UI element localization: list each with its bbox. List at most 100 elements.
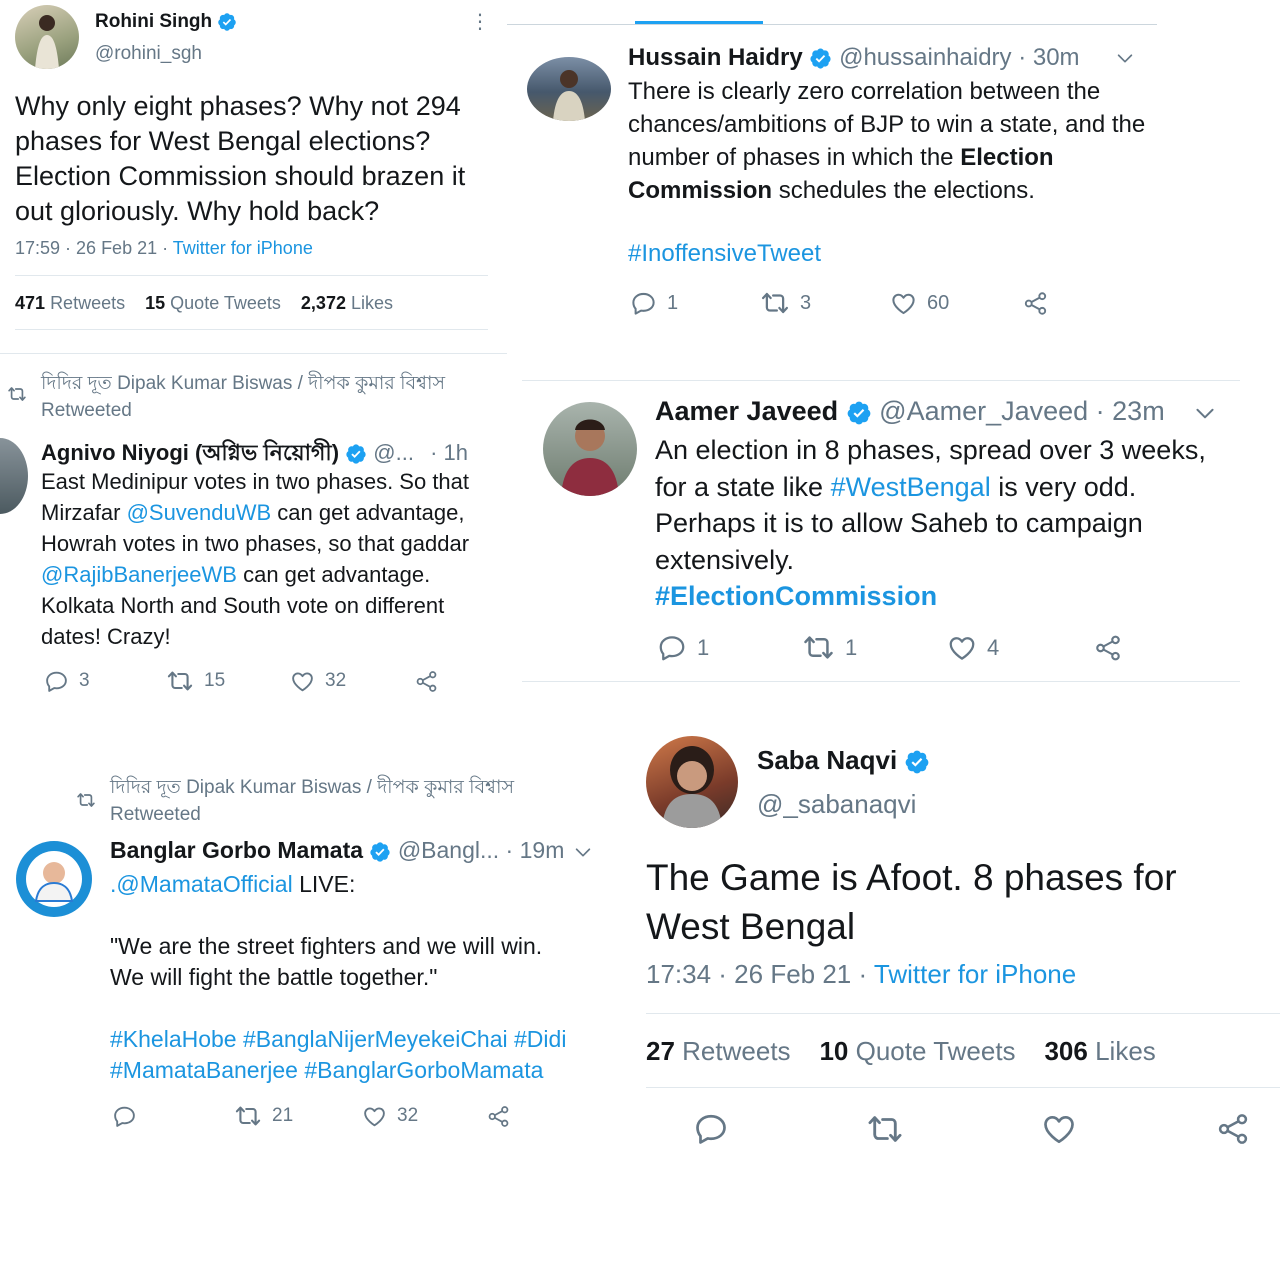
hashtags-link[interactable]: #MamataBanerjee #BanglarGorboMamata [110, 1055, 566, 1086]
tab-indicator [635, 21, 763, 24]
hashtag-link[interactable]: #InoffensiveTweet [628, 240, 821, 268]
tweet-header: Hussain Haidry @hussainhaidry · 30m [628, 44, 1080, 72]
reply-button[interactable]: 1 [657, 633, 802, 663]
chevron-down-icon[interactable] [1114, 47, 1136, 69]
retweeted-by[interactable]: দিদির দূত Dipak Kumar Biswas / দীপক কুমা… [41, 370, 445, 424]
author-handle[interactable]: @rohini_sgh [95, 43, 202, 65]
tweet-source-link[interactable]: Twitter for iPhone [874, 959, 1076, 989]
retweet-button[interactable] [866, 1110, 1041, 1148]
share-button[interactable] [486, 1104, 511, 1129]
tweet-timestamp: 17:59 · 26 Feb 21 · Twitter for iPhone [15, 238, 313, 258]
share-button[interactable] [1022, 290, 1049, 317]
reply-icon [693, 1111, 729, 1147]
avatar-image [35, 15, 59, 69]
like-icon [1041, 1111, 1077, 1147]
retweeted-by[interactable]: দিদির দূত Dipak Kumar Biswas / দীপক কুমা… [110, 774, 514, 828]
likes-stat[interactable]: 306 Likes [1044, 1036, 1155, 1066]
reply-icon [630, 290, 657, 317]
divider [15, 275, 488, 276]
reply-button[interactable] [112, 1104, 234, 1129]
avatar[interactable] [543, 402, 637, 496]
tweet-text: There is clearly zero correlation betwee… [628, 78, 1146, 204]
divider [0, 353, 507, 354]
like-button[interactable]: 32 [290, 669, 414, 694]
chevron-down-icon[interactable] [572, 841, 594, 863]
author-name[interactable]: Saba Naqvi [757, 745, 930, 776]
author-name[interactable]: Agnivo Niyogi (অগ্নিভ নিয়োগী) [41, 440, 339, 465]
reply-button[interactable]: 1 [630, 290, 760, 317]
verified-icon [809, 47, 832, 70]
verified-icon [369, 841, 391, 863]
retweet-button[interactable]: 21 [234, 1102, 362, 1130]
author-handle[interactable]: @hussainhaidry · 30m [839, 44, 1079, 71]
author-name[interactable]: Aamer Javeed [655, 396, 838, 426]
hashtag-link[interactable]: #WestBengal [831, 472, 991, 502]
tweet-source-link[interactable]: Twitter for iPhone [173, 238, 313, 258]
like-button[interactable]: 32 [362, 1104, 486, 1129]
tweet-timestamp: 17:34 · 26 Feb 21 · Twitter for iPhone [646, 959, 1077, 989]
retweet-icon [760, 288, 790, 318]
reply-icon [112, 1104, 137, 1129]
tweet-stats: 27 Retweets 10 Quote Tweets 306 Likes [646, 1036, 1156, 1067]
author-handle[interactable]: @... [373, 440, 414, 465]
avatar[interactable] [15, 5, 79, 69]
mention-link[interactable]: @SuvenduWB [127, 500, 272, 525]
like-icon [947, 633, 977, 663]
tweet-actions: 1 1 4 [657, 631, 1123, 664]
avatar-image [26, 851, 82, 907]
tweet-text: East Medinipur votes in two phases. So t… [41, 469, 470, 649]
reply-icon [657, 633, 687, 663]
like-icon [290, 669, 315, 694]
reply-button[interactable] [693, 1111, 866, 1147]
author-handle[interactable]: @Bangl... · 19m [398, 837, 565, 863]
tweet-time: · 1h [430, 440, 469, 465]
verified-icon [217, 12, 237, 32]
divider [522, 681, 1240, 682]
verified-icon [846, 400, 872, 426]
hashtags-link[interactable]: #KhelaHobe #BanglaNijerMeyekeiChai #Didi [110, 1024, 566, 1055]
author-handle[interactable]: @Aamer_Javeed · 23m [879, 396, 1165, 426]
chevron-down-icon[interactable] [1192, 400, 1218, 426]
like-button[interactable]: 4 [947, 633, 1093, 663]
tweet-actions [693, 1110, 1251, 1148]
share-icon [1215, 1111, 1251, 1147]
author-name[interactable]: Banglar Gorbo Mamata [110, 837, 363, 863]
divider [522, 380, 1240, 381]
share-button[interactable] [1215, 1111, 1251, 1147]
quote-tweets-stat[interactable]: 15 Quote Tweets [145, 293, 281, 313]
tweet-actions: 3 15 32 [44, 667, 439, 695]
mention-link[interactable]: .@MamataOfficial [110, 871, 293, 897]
retweet-button[interactable]: 1 [802, 631, 947, 664]
tweet-text: An election in 8 phases, spread over 3 w… [655, 432, 1206, 615]
mention-link[interactable]: @RajibBanerjeeWB [41, 562, 237, 587]
avatar[interactable] [16, 841, 92, 917]
divider [646, 1087, 1280, 1088]
share-button[interactable] [414, 669, 439, 694]
reply-icon [44, 669, 69, 694]
more-options-icon[interactable]: ⋮ [470, 12, 490, 32]
author-name[interactable]: Rohini Singh [95, 11, 237, 33]
author-name[interactable]: Hussain Haidry [628, 44, 803, 71]
tweet-actions: 1 3 60 [630, 288, 1049, 318]
likes-stat[interactable]: 2,372 Likes [301, 293, 393, 313]
retweet-button[interactable]: 3 [760, 288, 890, 318]
author-handle[interactable]: @_sabanaqvi [757, 789, 916, 820]
divider [15, 329, 488, 330]
retweet-icon [866, 1110, 904, 1148]
hashtag-link[interactable]: #ElectionCommission [655, 578, 1206, 615]
retweets-stat[interactable]: 27 Retweets [646, 1036, 791, 1066]
avatar[interactable] [527, 57, 611, 121]
share-icon [486, 1104, 511, 1129]
avatar[interactable] [0, 438, 28, 514]
avatar-image [561, 419, 619, 496]
avatar[interactable] [646, 736, 738, 828]
tweet-stats: 471 Retweets 15 Quote Tweets 2,372 Likes [15, 293, 393, 314]
reply-button[interactable]: 3 [44, 669, 166, 694]
retweets-stat[interactable]: 471 Retweets [15, 293, 125, 313]
like-button[interactable] [1041, 1111, 1215, 1147]
tweet-header: Aamer Javeed @Aamer_Javeed · 23m [655, 396, 1165, 427]
share-button[interactable] [1093, 633, 1123, 663]
quote-tweets-stat[interactable]: 10 Quote Tweets [819, 1036, 1015, 1066]
like-button[interactable]: 60 [890, 290, 1022, 317]
retweet-button[interactable]: 15 [166, 667, 290, 695]
